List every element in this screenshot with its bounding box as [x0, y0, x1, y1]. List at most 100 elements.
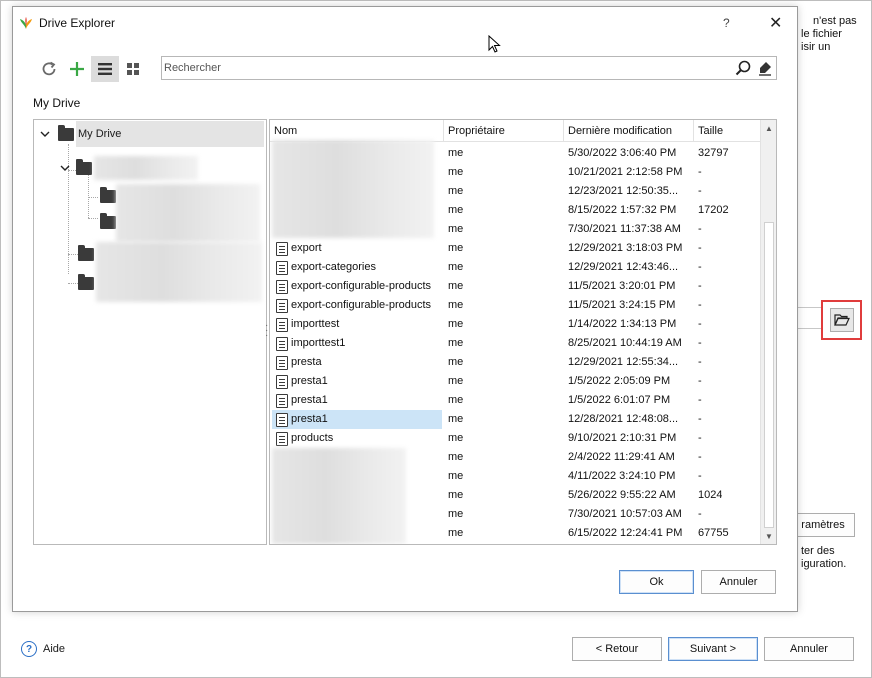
file-name-cell[interactable]: export-categories — [272, 258, 442, 277]
file-modified: 12/29/2021 3:18:03 PM — [568, 242, 683, 254]
file-name-cell[interactable]: products — [272, 429, 442, 448]
file-name-cell[interactable]: export-configurable-products — [272, 277, 442, 296]
back-button[interactable]: < Retour — [572, 637, 662, 661]
search-input[interactable] — [162, 61, 732, 75]
plus-icon — [70, 62, 84, 76]
open-folder-icon — [834, 314, 850, 326]
search-icon[interactable] — [732, 60, 754, 76]
file-name-cell[interactable]: importtest1 — [272, 334, 442, 353]
file-path-input[interactable] — [797, 307, 823, 329]
file-name: export-configurable-products — [291, 280, 432, 292]
file-owner: me — [448, 242, 464, 254]
file-size: - — [698, 432, 702, 444]
file-modified: 11/5/2021 3:20:01 PM — [568, 280, 676, 292]
ok-button[interactable]: Ok — [619, 570, 694, 594]
redacted-name — [272, 448, 406, 544]
file-size: - — [698, 318, 702, 330]
dialog-cancel-button[interactable]: Annuler — [701, 570, 776, 594]
scroll-down-arrow-icon[interactable]: ▼ — [761, 528, 776, 544]
table-row[interactable]: products me 9/10/2021 2:10:31 PM - — [270, 429, 760, 448]
tree-item-folder[interactable] — [78, 243, 94, 265]
close-button[interactable]: ✕ — [769, 13, 782, 33]
chevron-down-icon[interactable] — [58, 161, 72, 175]
file-owner: me — [448, 470, 464, 482]
file-name-cell[interactable]: presta1 — [272, 391, 442, 410]
add-button[interactable] — [63, 56, 91, 82]
document-icon — [276, 431, 288, 446]
list-icon — [98, 63, 112, 75]
tree-item-my-drive[interactable]: My Drive — [38, 123, 121, 145]
table-row[interactable]: export me 12/29/2021 3:18:03 PM - — [270, 239, 760, 258]
file-size: 1024 — [698, 489, 723, 501]
folder-icon — [78, 273, 94, 290]
file-owner: me — [448, 204, 464, 216]
document-icon — [276, 412, 288, 427]
tree-item-folder[interactable] — [100, 211, 116, 233]
document-icon — [276, 374, 288, 389]
scroll-thumb[interactable] — [764, 222, 774, 528]
list-scrollbar[interactable]: ▲ ▼ — [760, 120, 776, 544]
grid-icon — [127, 63, 139, 75]
file-name-cell[interactable]: presta1 — [272, 372, 442, 391]
file-name-cell[interactable]: presta1 — [272, 410, 442, 429]
table-row[interactable]: presta me 12/29/2021 12:55:34... - — [270, 353, 760, 372]
parameters-button[interactable]: ramètres — [791, 513, 855, 537]
file-size: - — [698, 166, 702, 178]
next-button[interactable]: Suivant > — [668, 637, 758, 661]
grid-view-button[interactable] — [119, 56, 147, 82]
table-row[interactable]: export-categories me 12/29/2021 12:43:46..… — [270, 258, 760, 277]
file-size: 17202 — [698, 204, 729, 216]
file-size: 32797 — [698, 147, 729, 159]
dialog-title-bar: Drive Explorer — [19, 16, 115, 30]
tree-item-folder[interactable] — [78, 272, 94, 294]
file-name: presta1 — [291, 413, 328, 425]
column-header-owner[interactable]: Propriétaire — [444, 120, 564, 142]
tree-item-folder[interactable] — [100, 185, 116, 207]
tree-item-label: My Drive — [78, 128, 122, 140]
file-name-cell[interactable]: export-configurable-products — [272, 296, 442, 315]
file-modified: 8/15/2022 1:57:32 PM — [568, 204, 677, 216]
scroll-up-arrow-icon[interactable]: ▲ — [761, 120, 776, 136]
dialog-title: Drive Explorer — [39, 16, 116, 30]
tree-item-folder[interactable] — [58, 157, 92, 179]
wizard-text-line: iguration. — [801, 558, 847, 570]
table-row[interactable]: presta1 me 1/5/2022 6:01:07 PM - — [270, 391, 760, 410]
file-name-cell[interactable]: presta — [272, 353, 442, 372]
file-name: export-categories — [291, 261, 376, 273]
help-title-button[interactable]: ? — [723, 16, 730, 30]
chevron-down-icon[interactable] — [38, 127, 52, 141]
file-owner: me — [448, 413, 464, 425]
document-icon — [276, 241, 288, 256]
file-name-cell[interactable]: export — [272, 239, 442, 258]
highlight-box — [821, 300, 862, 340]
table-row[interactable]: importtest me 1/14/2022 1:34:13 PM - — [270, 315, 760, 334]
wizard-cancel-button[interactable]: Annuler — [764, 637, 854, 661]
file-size: - — [698, 280, 702, 292]
folder-icon — [76, 158, 92, 175]
file-modified: 11/5/2021 3:24:15 PM — [568, 299, 676, 311]
tree-guide-line — [68, 283, 78, 284]
mouse-cursor-icon — [488, 35, 501, 53]
table-row[interactable]: export-configurable-products me 11/5/2021 … — [270, 296, 760, 315]
file-size: - — [698, 451, 702, 463]
file-owner: me — [448, 432, 464, 444]
refresh-button[interactable] — [35, 56, 63, 82]
tree-guide-line — [68, 254, 78, 255]
table-row[interactable]: presta1 me 1/5/2022 2:05:09 PM - — [270, 372, 760, 391]
clear-search-icon[interactable] — [754, 60, 776, 76]
file-owner: me — [448, 166, 464, 178]
browse-folder-button[interactable] — [830, 308, 854, 332]
table-row[interactable]: presta1 me 12/28/2021 12:48:08... - — [270, 410, 760, 429]
column-header-name[interactable]: Nom — [270, 120, 444, 142]
table-row[interactable]: importtest1 me 8/25/2021 10:44:19 AM - — [270, 334, 760, 353]
redacted-name — [272, 140, 434, 238]
drive-explorer-dialog: Drive Explorer ? ✕ Rechercher My Drive M… — [12, 6, 798, 612]
file-list: Nom Propriétaire Dernière modification T… — [269, 119, 777, 545]
column-header-modified[interactable]: Dernière modification — [564, 120, 694, 142]
toolbar — [35, 56, 147, 82]
list-view-button[interactable] — [91, 56, 119, 82]
help-link[interactable]: ? Aide — [21, 641, 65, 657]
file-name-cell[interactable]: importtest — [272, 315, 442, 334]
column-header-size[interactable]: Taille — [694, 120, 760, 142]
table-row[interactable]: export-configurable-products me 11/5/2021 … — [270, 277, 760, 296]
